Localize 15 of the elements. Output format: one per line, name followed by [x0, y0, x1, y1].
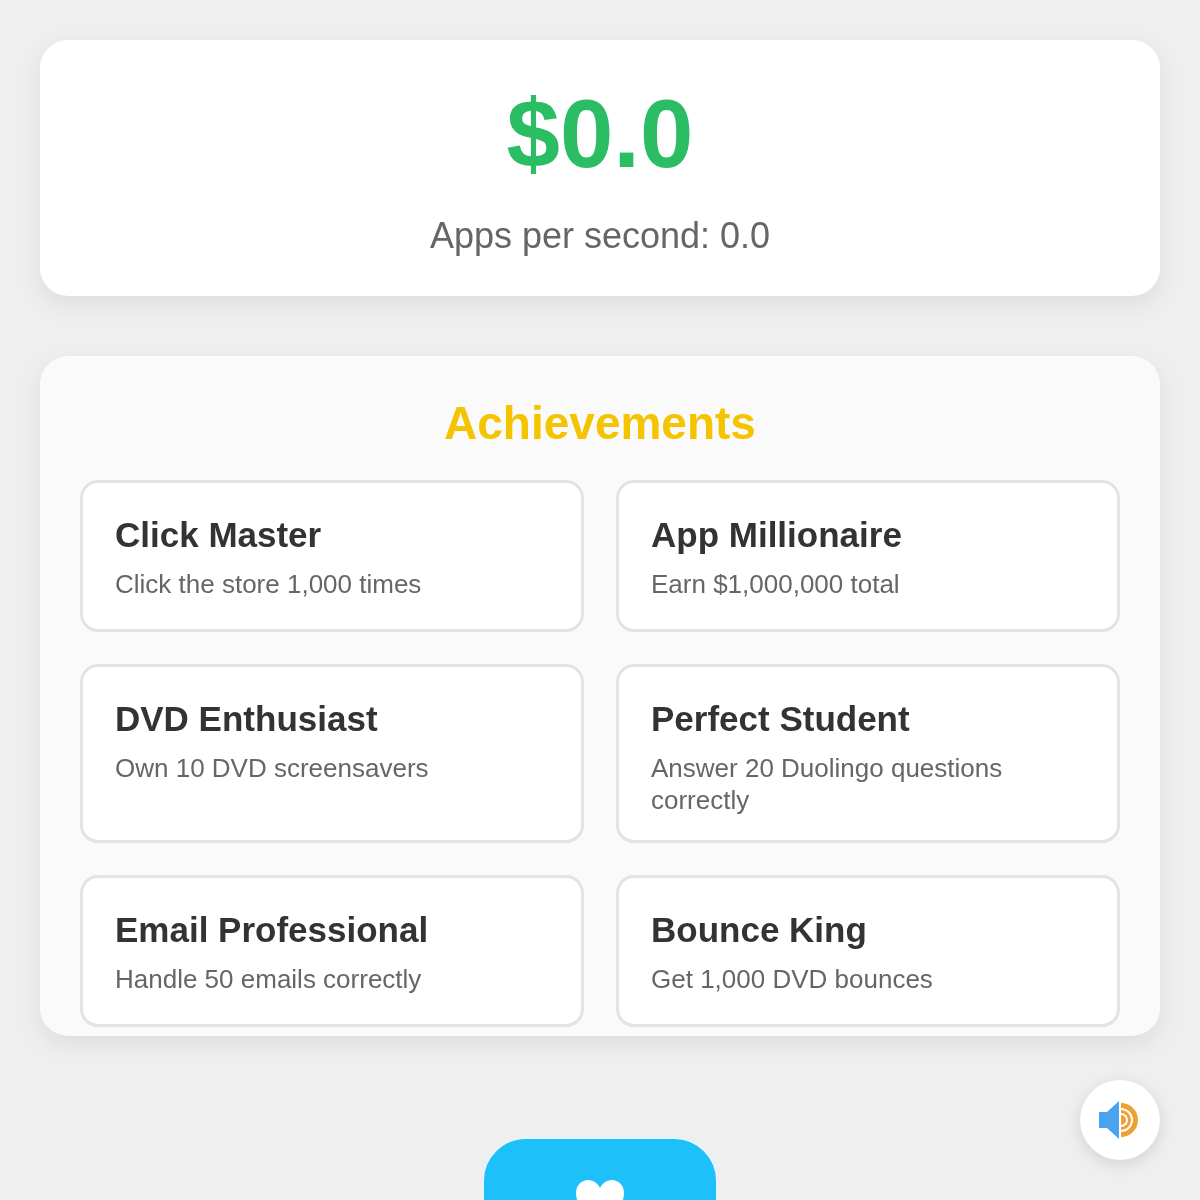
achievement-description: Handle 50 emails correctly — [115, 963, 423, 995]
achievement-description: Own 10 DVD screensavers — [115, 752, 430, 784]
achievement-name: Email Professional — [115, 912, 430, 947]
achievements-title: Achievements — [443, 396, 757, 446]
rate-text: Apps per second: 0.0 — [429, 218, 771, 254]
achievement-description: Click the store 1,000 times — [115, 568, 423, 600]
balance-amount: $0.0 — [506, 86, 694, 182]
achievement-description: Get 1,000 DVD bounces — [651, 963, 934, 995]
achievement-name: Perfect Student — [651, 701, 911, 736]
achievement-description: Earn $1,000,000 total — [651, 568, 901, 600]
achievement-name: DVD Enthusiast — [115, 701, 379, 736]
achievement-name: Bounce King — [651, 912, 868, 947]
achievement-name: Click Master — [115, 517, 323, 552]
achievement-name: App Millionaire — [651, 517, 903, 552]
achievement-description: Answer 20 Duolingo questions correctly — [651, 752, 1004, 816]
